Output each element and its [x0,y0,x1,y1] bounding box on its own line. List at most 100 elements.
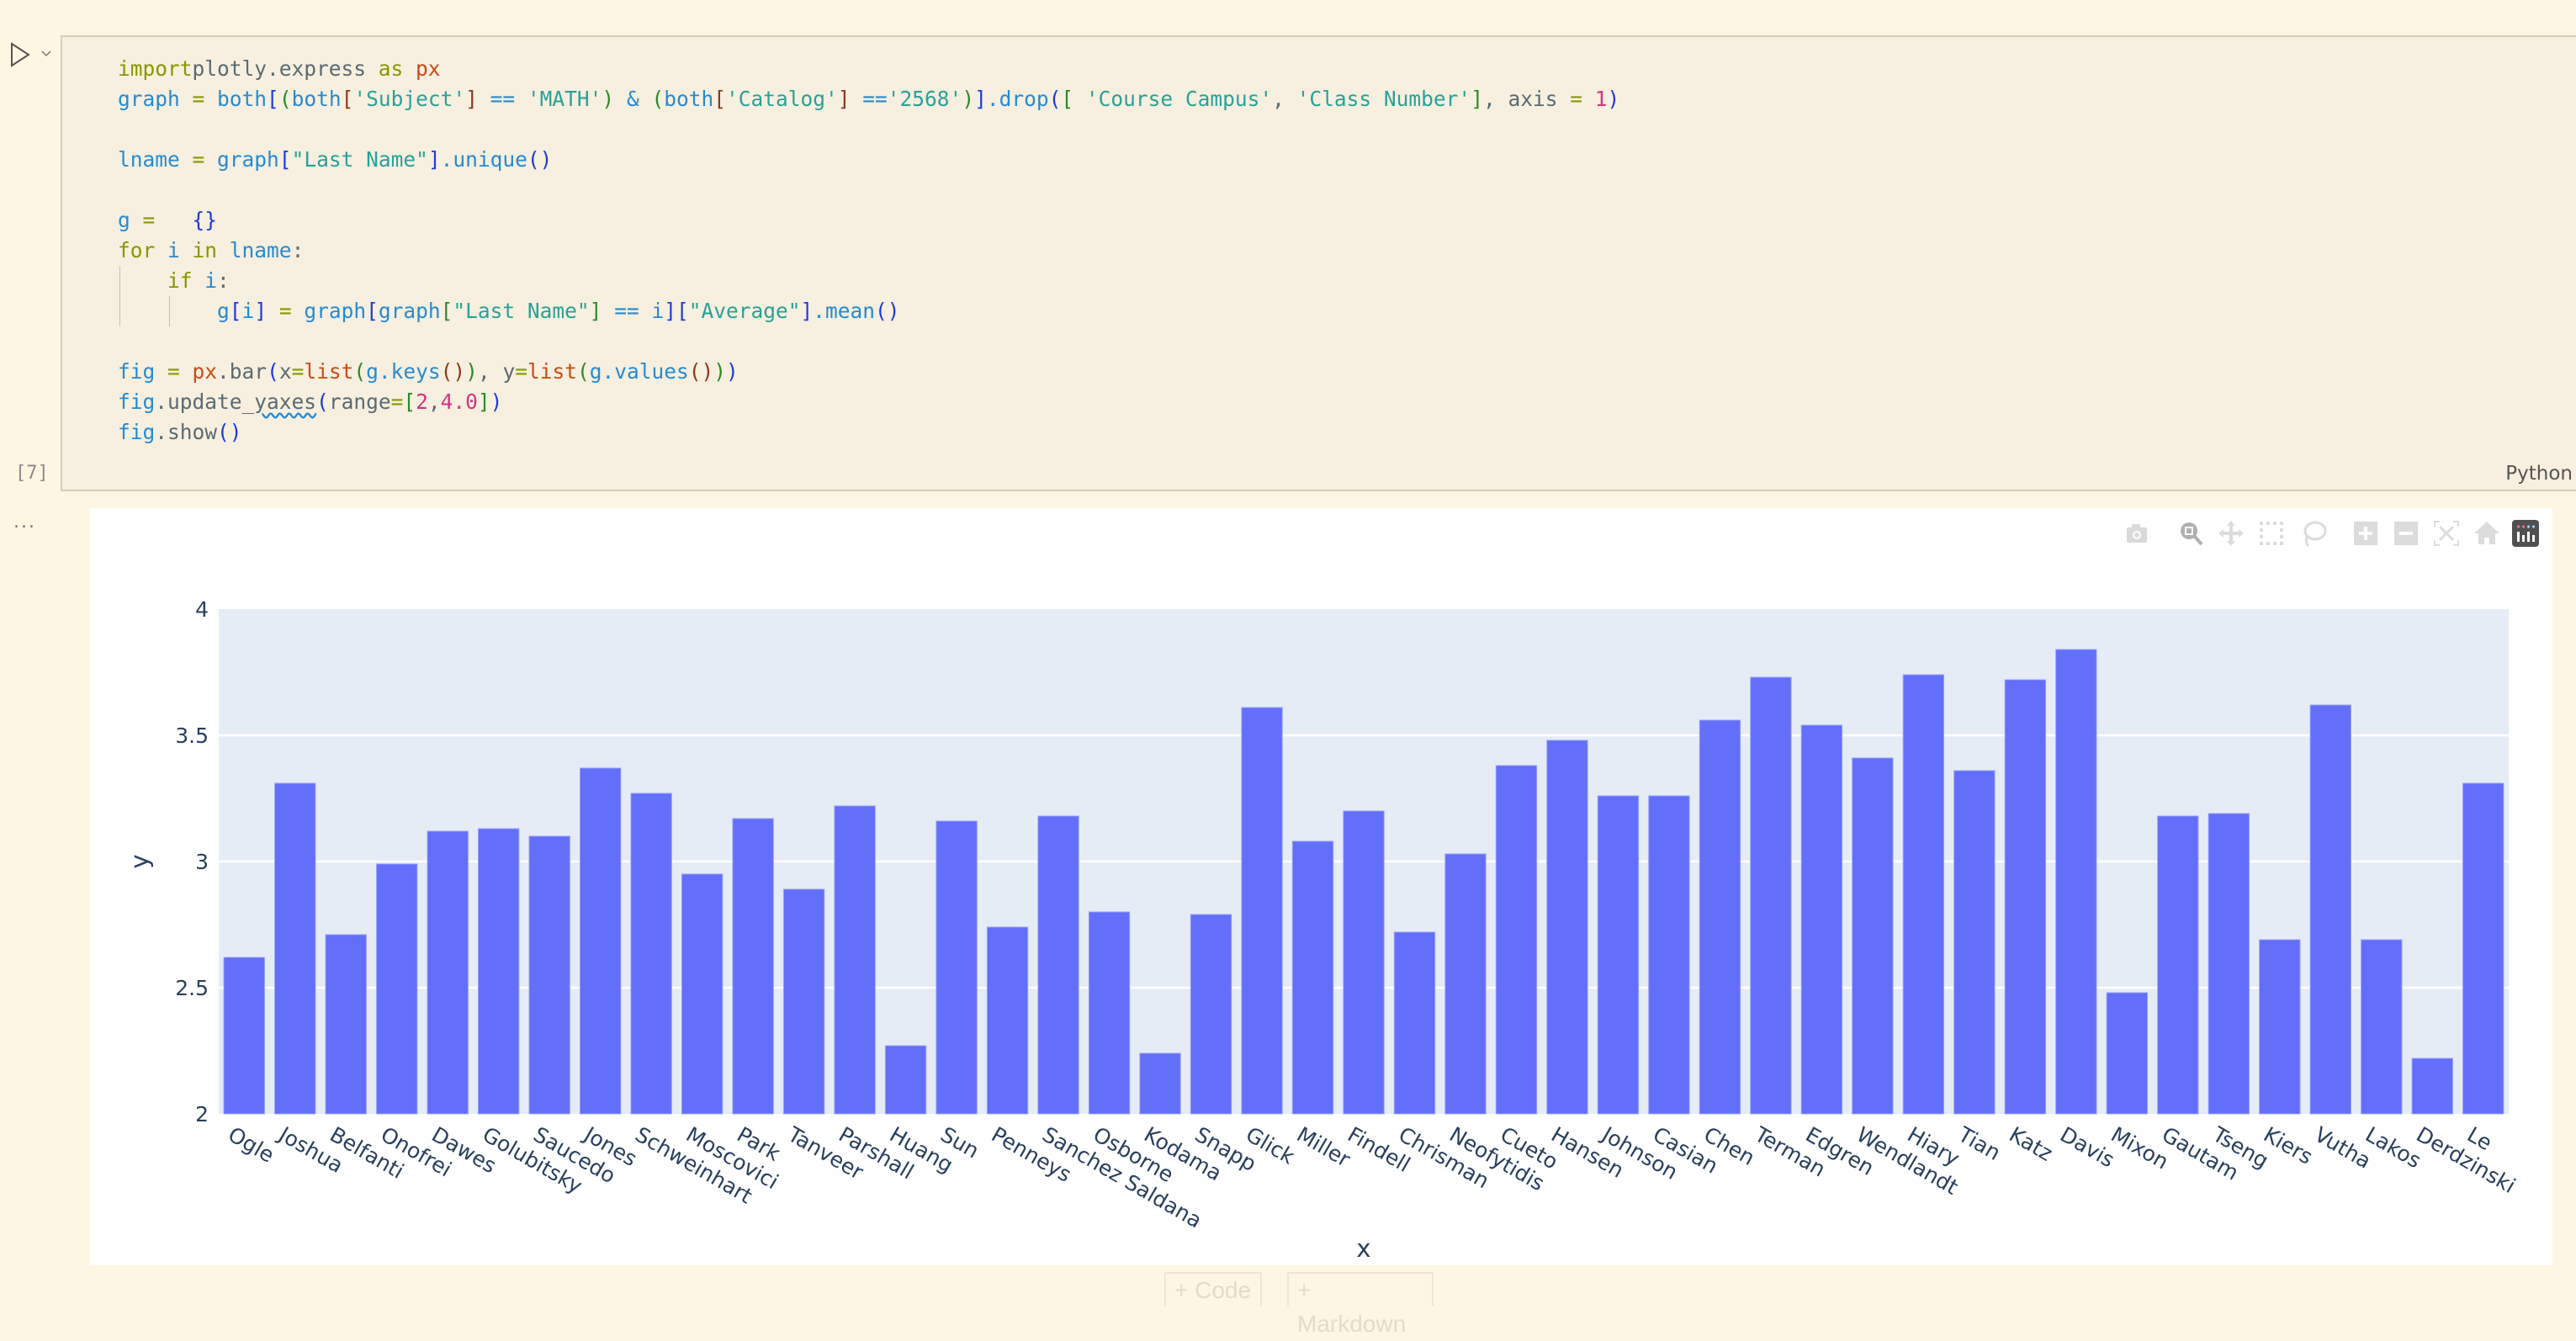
bar[interactable] [477,828,520,1115]
run-options-button[interactable] [39,45,54,61]
bar[interactable] [1800,724,1843,1115]
bar[interactable] [274,782,316,1115]
bar[interactable] [1546,739,1588,1115]
bar[interactable] [2055,649,2097,1115]
bar[interactable] [1343,810,1385,1115]
add-code-cell-button[interactable]: + Code [1164,1272,1262,1306]
bar[interactable] [2411,1057,2453,1115]
bar[interactable] [1902,674,1945,1115]
code-line: g = {} [118,208,218,232]
bar[interactable] [427,830,469,1115]
bar[interactable] [579,767,622,1115]
bar[interactable] [1139,1052,1181,1115]
bar[interactable] [2361,939,2403,1115]
code-line: graph = both[(both['Subject'] == 'MATH')… [118,87,1620,111]
indent-guide [119,296,120,326]
plotly-logo-button[interactable] [2510,518,2541,549]
code-line: for i in lname: [118,238,305,262]
chevron-down-icon [41,50,51,57]
camera-icon [2127,524,2147,543]
zoom-in-button[interactable] [2351,518,2381,549]
bar[interactable] [2208,813,2250,1115]
indent-guide [119,266,120,296]
bar[interactable] [2157,815,2199,1115]
bar[interactable] [376,863,418,1115]
bar[interactable] [528,835,570,1115]
bar[interactable] [782,888,825,1115]
execution-count: [7] [15,463,49,484]
bar-chart[interactable]: 22.533.54OgleJoshuaBelfantiOnofreiDawesG… [89,508,2552,1265]
x-tick-label: Tian [1953,1121,2005,1165]
x-tick-label: Kiers [2260,1122,2317,1169]
plus-icon: + [1174,1277,1189,1303]
bar[interactable] [1495,765,1538,1115]
bar[interactable] [1393,931,1436,1115]
bar[interactable] [2004,679,2047,1115]
zoom-in-icon [2354,522,2377,545]
reset-axes-button[interactable] [2472,518,2502,549]
bar[interactable] [681,873,724,1115]
bar[interactable] [2259,939,2301,1115]
bar[interactable] [1291,840,1334,1115]
bar[interactable] [1648,795,1690,1115]
zoom-button[interactable] [2176,518,2206,549]
pan-icon [2218,521,2244,546]
bar[interactable] [2309,704,2351,1115]
x-tick-label: Ogle [224,1122,278,1168]
bar[interactable] [1037,815,1079,1115]
bar[interactable] [223,957,265,1115]
code-editor[interactable]: importplotly.express as px graph = both[(… [118,54,1619,448]
bar[interactable] [1597,795,1640,1115]
lasso-select-button[interactable] [2298,518,2329,549]
y-tick-label: 3.5 [175,724,209,748]
language-label[interactable]: Python [2505,463,2573,485]
bar[interactable] [936,820,978,1115]
zoom-out-button[interactable] [2391,518,2421,549]
code-line: fig.show() [118,420,242,444]
box-select-icon [2260,522,2283,545]
code-line: importplotly.express as px [118,56,441,81]
bar[interactable] [630,792,672,1115]
add-code-label: Code [1195,1277,1252,1303]
pan-button[interactable] [2216,518,2246,549]
bar[interactable] [2462,782,2504,1115]
x-tick-label: Miller [1293,1122,1355,1173]
autoscale-button[interactable] [2431,518,2462,549]
x-tick-label: Vutha [2310,1122,2375,1174]
code-cell[interactable]: importplotly.express as px graph = both[(… [61,35,2576,491]
bar[interactable] [1953,770,1996,1115]
box-select-button[interactable] [2256,518,2287,549]
bar[interactable] [884,1045,927,1115]
bar[interactable] [1190,914,1232,1115]
bar[interactable] [834,805,876,1115]
bar[interactable] [1750,676,1792,1115]
code-line: fig = px.bar(x=list(g.keys()), y=list(g.… [118,359,739,384]
add-markdown-label: Markdown [1297,1311,1407,1337]
lasso-select-icon [2303,521,2327,548]
zoom-icon [2181,522,2203,546]
bar[interactable] [986,926,1029,1115]
x-axis-title: x [1356,1234,1370,1263]
y-axis-title: y [125,854,154,868]
y-tick-label: 2.5 [175,976,209,1000]
bar[interactable] [1241,707,1283,1115]
bar[interactable] [1088,911,1131,1115]
x-tick-label: Mixon [2107,1122,2172,1174]
bar[interactable] [1699,719,1741,1115]
reset-axes-icon [2474,522,2499,544]
bar[interactable] [1852,757,1894,1115]
x-tick-label: Derdzinski [2412,1122,2520,1198]
code-line: lname = graph["Last Name"].unique() [118,147,553,172]
y-tick-label: 4 [195,597,209,622]
add-markdown-cell-button[interactable]: + Markdown [1287,1272,1434,1337]
output-menu-button[interactable]: ... [13,511,36,533]
plotly-logo-icon [2512,520,2539,547]
bar[interactable] [2106,992,2149,1115]
run-cell-button[interactable] [8,40,32,69]
bar[interactable] [325,934,367,1115]
bar[interactable] [1444,853,1487,1115]
bar[interactable] [732,818,774,1115]
plot-output: 2 2.5 3 3.5 4 Ogle Joshua Belfanti Onofrei Dawes G… [89,508,2552,1265]
y-tick-label: 3 [195,850,209,874]
camera-button[interactable] [2122,518,2152,549]
